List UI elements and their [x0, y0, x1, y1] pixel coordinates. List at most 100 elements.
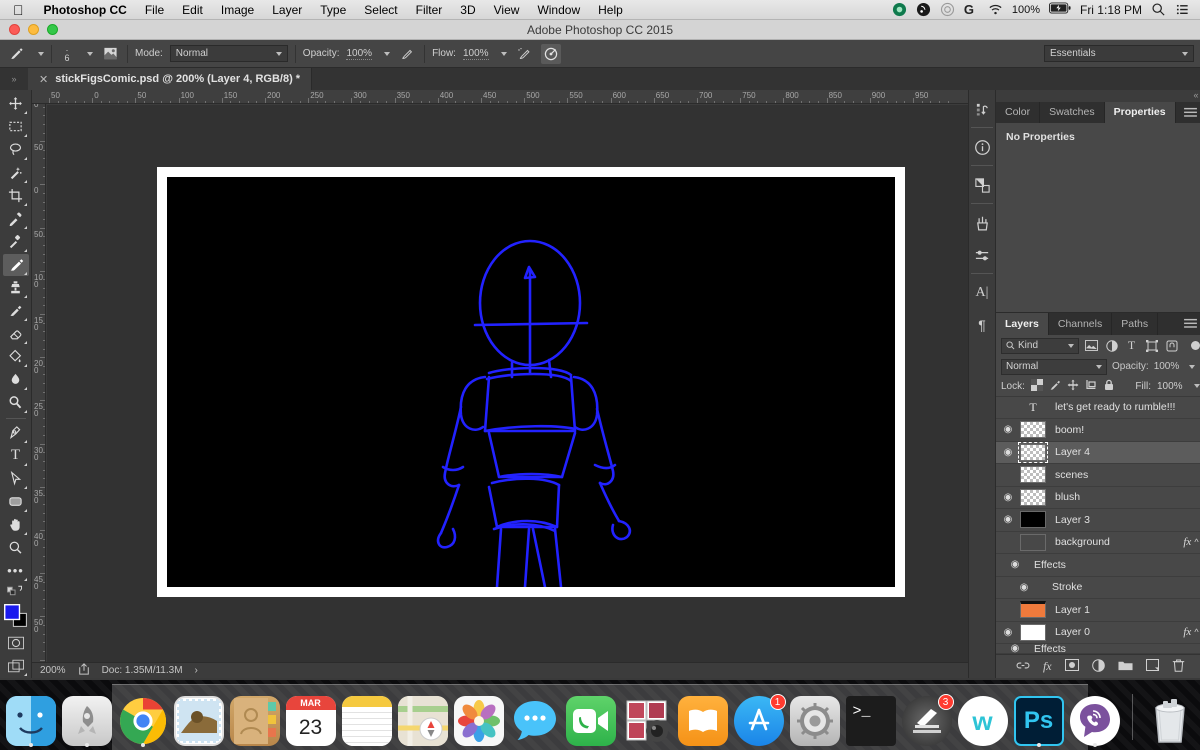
table-row[interactable]: scenes: [996, 464, 1200, 487]
rectangle-tool[interactable]: [3, 491, 29, 513]
brush-icon[interactable]: [6, 44, 26, 64]
dock-item-finder[interactable]: [5, 696, 56, 747]
dock-item-ibooks[interactable]: [677, 696, 728, 746]
layer-style-fx-icon[interactable]: fx: [1183, 626, 1194, 638]
stroke-effect-label[interactable]: Stroke: [1052, 581, 1200, 593]
dock-item-xcode[interactable]: 3: [901, 694, 954, 746]
lock-transparent-pixels-icon[interactable]: [1030, 378, 1043, 394]
vertical-ruler[interactable]: 050050100150200250300350400450500550: [32, 104, 46, 678]
layer-opacity-value[interactable]: 100%: [1154, 361, 1180, 372]
table-row[interactable]: Layer 1: [996, 599, 1200, 622]
artboard-frame[interactable]: [157, 167, 905, 597]
list-item[interactable]: ◉ Effects: [996, 554, 1200, 577]
flux-icon[interactable]: [940, 2, 955, 17]
menu-item-file[interactable]: File: [136, 0, 173, 20]
spotlight-search-icon[interactable]: [1151, 2, 1166, 17]
layer-name[interactable]: boom!: [1055, 424, 1200, 436]
panel-menu-icon[interactable]: [1176, 102, 1200, 123]
google-icon[interactable]: G: [964, 2, 979, 17]
layer-name[interactable]: let's get ready to rumble!!!: [1055, 401, 1200, 413]
tab-color[interactable]: Color: [996, 101, 1041, 123]
brush-settings-panel-icon[interactable]: [969, 242, 995, 268]
tab-channels[interactable]: Channels: [1049, 313, 1113, 335]
flow-chevron-icon[interactable]: [500, 51, 507, 56]
history-panel-icon[interactable]: [969, 96, 995, 122]
airbrush-icon[interactable]: [514, 44, 534, 64]
smoothing-icon[interactable]: [540, 43, 561, 64]
magic-wand-tool[interactable]: [3, 162, 29, 184]
dropbox-icon[interactable]: [892, 2, 907, 17]
dock-item-facetime[interactable]: [565, 696, 616, 746]
dock-item-trash[interactable]: [1145, 696, 1195, 746]
default-colors-icon[interactable]: [3, 583, 29, 599]
rectangular-marquee-tool[interactable]: [3, 116, 29, 138]
eraser-tool[interactable]: [3, 323, 29, 345]
layer-thumbnail[interactable]: [1018, 441, 1048, 463]
layer-name[interactable]: scenes: [1055, 469, 1200, 481]
dock-item-maps[interactable]: [397, 696, 448, 746]
collapse-to-icons-icon[interactable]: «: [996, 90, 1200, 102]
menu-item-view[interactable]: View: [485, 0, 529, 20]
dock-item-terminal[interactable]: >_: [845, 696, 896, 746]
dock-item-mail[interactable]: [173, 696, 224, 746]
apple-menu-icon[interactable]: : [0, 0, 35, 20]
info-panel-icon[interactable]: [969, 134, 995, 160]
dodge-tool[interactable]: [3, 392, 29, 414]
lock-artboard-nesting-icon[interactable]: [1085, 379, 1097, 394]
crop-tool[interactable]: [3, 185, 29, 207]
dock-item-notes[interactable]: [341, 696, 392, 746]
menu-item-window[interactable]: Window: [528, 0, 589, 20]
adjustment-filter-icon[interactable]: [1104, 338, 1119, 353]
zoom-tool[interactable]: [3, 537, 29, 559]
horizontal-type-tool[interactable]: T: [3, 445, 29, 467]
blend-mode-select[interactable]: Normal: [169, 45, 288, 62]
edit-toolbar-icon[interactable]: •••: [3, 560, 29, 582]
layer-list[interactable]: T let's get ready to rumble!!! ◉ boom! ◉…: [996, 397, 1200, 654]
dock-item-launchpad[interactable]: [61, 696, 112, 747]
gradient-tool[interactable]: [3, 346, 29, 368]
workspace-select[interactable]: Essentials: [1044, 45, 1194, 62]
smart-object-filter-icon[interactable]: [1164, 338, 1179, 353]
lock-all-icon[interactable]: [1103, 379, 1115, 394]
zoom-level[interactable]: 200%: [40, 665, 66, 676]
path-selection-tool[interactable]: [3, 468, 29, 490]
layer-visibility-toggle[interactable]: ◉: [996, 424, 1020, 435]
table-row[interactable]: ◉ boom!: [996, 419, 1200, 442]
menu-item-help[interactable]: Help: [589, 0, 632, 20]
link-layers-icon[interactable]: [1016, 660, 1030, 674]
lasso-tool[interactable]: [3, 139, 29, 161]
table-row[interactable]: ◉ Layer 0 fx ^: [996, 622, 1200, 644]
delete-layer-icon[interactable]: [1172, 659, 1185, 675]
layer-visibility-toggle[interactable]: [996, 603, 1020, 617]
menu-app-name[interactable]: Photoshop CC: [35, 0, 136, 20]
menu-item-filter[interactable]: Filter: [407, 0, 452, 20]
effects-visibility-toggle[interactable]: ◉: [996, 559, 1034, 570]
wifi-icon[interactable]: [988, 2, 1003, 17]
dock-item-wunderlist[interactable]: w: [957, 696, 1008, 746]
foreground-background-color-swatch[interactable]: [3, 600, 29, 631]
dock-item-contacts[interactable]: [229, 696, 280, 746]
character-panel-icon[interactable]: A |: [969, 280, 995, 306]
layer-thumbnail[interactable]: [1020, 421, 1046, 439]
table-row[interactable]: ◉ Layer 4: [996, 441, 1200, 464]
menu-item-edit[interactable]: Edit: [173, 0, 212, 20]
effects-group-label[interactable]: Effects: [1034, 559, 1200, 571]
layer-name[interactable]: blush: [1055, 491, 1200, 503]
dock-item-system-preferences[interactable]: [789, 696, 840, 746]
tab-paths[interactable]: Paths: [1112, 313, 1159, 335]
document-tab[interactable]: ✕ stickFigsComic.psd @ 200% (Layer 4, RG…: [28, 68, 313, 90]
close-icon[interactable]: ✕: [39, 73, 48, 86]
dock-item-app-store[interactable]: 1: [733, 694, 786, 746]
flow-value[interactable]: 100%: [462, 48, 489, 60]
layer-name[interactable]: Layer 3: [1055, 514, 1200, 526]
filter-enable-toggle[interactable]: [1190, 341, 1200, 350]
layer-name[interactable]: Layer 1: [1055, 604, 1200, 616]
layer-visibility-toggle[interactable]: [996, 535, 1020, 549]
paragraph-panel-icon[interactable]: ¶: [969, 312, 995, 338]
brush-preset-chevron-icon[interactable]: [38, 51, 44, 56]
spot-healing-brush-tool[interactable]: [3, 231, 29, 253]
layer-thumbnail[interactable]: [1020, 533, 1046, 551]
table-row[interactable]: ◉ Layer 3: [996, 509, 1200, 532]
dock-item-messages[interactable]: [510, 696, 560, 746]
type-filter-icon[interactable]: T: [1124, 338, 1139, 353]
